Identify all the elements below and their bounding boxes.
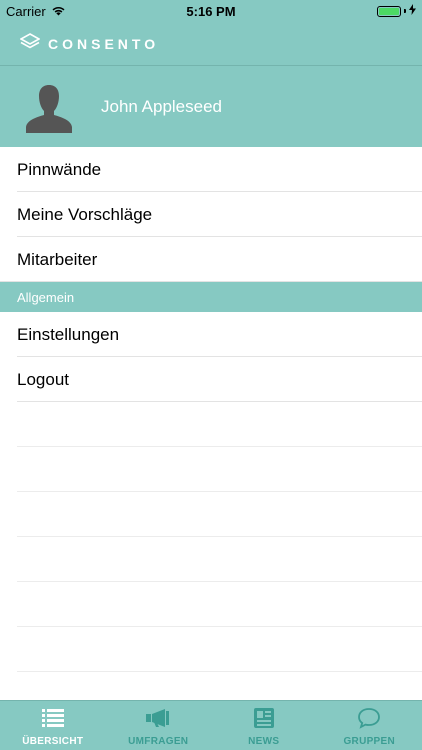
profile-name: John Appleseed [101, 96, 222, 116]
carrier-label: Carrier [6, 3, 46, 19]
menu-list: Pinnwände Meine Vorschläge Mitarbeiter A… [0, 147, 422, 672]
logo-text: CONSENTO [48, 35, 160, 52]
nav-bar: CONSENTO [0, 22, 422, 66]
menu-item-einstellungen[interactable]: Einstellungen [0, 312, 422, 357]
speech-bubble-icon [357, 706, 381, 730]
battery-indicator [377, 2, 416, 20]
status-bar: Carrier 5:16 PM [0, 0, 422, 22]
tab-uebersicht[interactable]: ÜBERSICHT [0, 701, 106, 750]
section-header-allgemein: Allgemein [0, 282, 422, 312]
profile-header[interactable]: John Appleseed [0, 66, 422, 147]
person-silhouette-icon [23, 81, 75, 133]
menu-item-pinnwaende[interactable]: Pinnwände [0, 147, 422, 192]
megaphone-icon [145, 706, 171, 730]
list-icon [41, 706, 65, 730]
menu-item-meine-vorschlaege[interactable]: Meine Vorschläge [0, 192, 422, 237]
tab-umfragen[interactable]: UMFRAGEN [106, 701, 212, 750]
tab-gruppen[interactable]: GRUPPEN [317, 701, 422, 750]
empty-row [0, 537, 422, 582]
empty-row [0, 492, 422, 537]
tab-bar: ÜBERSICHT UMFRAGEN NEWS GRUPPEN [0, 700, 422, 750]
tab-label: UMFRAGEN [128, 736, 189, 747]
empty-row [0, 582, 422, 627]
status-left: Carrier [6, 4, 66, 19]
tab-label: ÜBERSICHT [22, 736, 84, 747]
app-logo: CONSENTO [19, 33, 160, 54]
menu-item-label: Einstellungen [17, 324, 120, 344]
empty-row [0, 627, 422, 672]
tab-label: GRUPPEN [343, 736, 396, 747]
menu-item-label: Logout [17, 369, 69, 389]
menu-item-label: Pinnwände [17, 159, 102, 179]
menu-item-logout[interactable]: Logout [0, 357, 422, 402]
menu-item-label: Meine Vorschläge [17, 204, 153, 224]
empty-row [0, 447, 422, 492]
newspaper-icon [252, 706, 276, 730]
menu-item-label: Mitarbeiter [17, 249, 98, 269]
battery-icon [377, 5, 401, 17]
consento-logo-icon [19, 33, 41, 54]
menu-item-mitarbeiter[interactable]: Mitarbeiter [0, 237, 422, 282]
tab-news[interactable]: NEWS [211, 701, 317, 750]
charging-bolt-icon [409, 2, 416, 20]
tab-label: NEWS [248, 736, 280, 747]
empty-row [0, 402, 422, 447]
wifi-icon [51, 4, 66, 19]
